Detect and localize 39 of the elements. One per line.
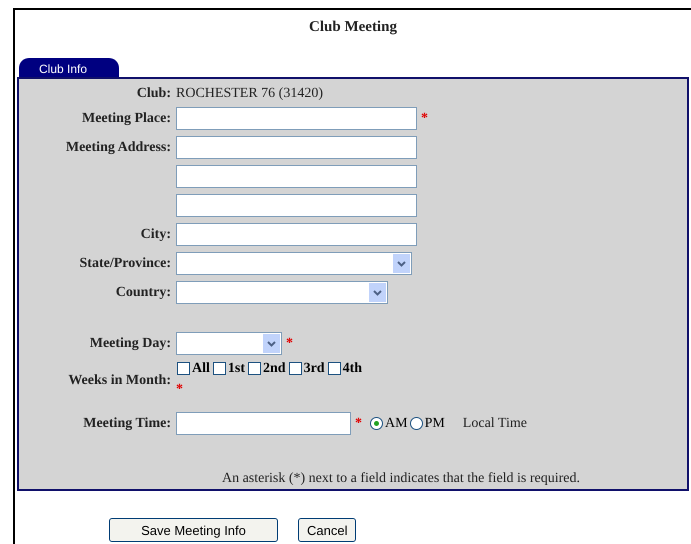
text-field[interactable]	[176, 107, 417, 130]
checkbox[interactable]: 3rd	[288, 358, 325, 379]
checkbox[interactable]: All	[176, 358, 210, 379]
required-asterisk: *	[176, 385, 183, 395]
radio-button[interactable]: AM	[370, 413, 408, 434]
field-label: Country:	[114, 284, 172, 302]
club-value: ROCHESTER 76 (31420)	[176, 85, 323, 103]
text-field[interactable]	[176, 165, 417, 188]
text-field[interactable]	[176, 412, 351, 435]
field-label: Meeting Place:	[80, 110, 172, 128]
required-note: An asterisk (*) next to a field indicates that the field is required.	[220, 470, 582, 488]
field-label: Meeting Day:	[88, 335, 172, 353]
dropdown[interactable]	[176, 332, 282, 355]
dropdown[interactable]	[176, 281, 388, 304]
field-label: Club:	[136, 85, 172, 103]
tab[interactable]: Club Info	[19, 58, 119, 77]
checkbox[interactable]: 4th	[326, 358, 362, 379]
chevron-down-icon	[397, 260, 406, 266]
field-label: Meeting Time:	[82, 415, 172, 433]
dropdown[interactable]	[176, 252, 412, 275]
chevron-down-icon	[267, 340, 276, 346]
text-field[interactable]	[176, 136, 417, 159]
radio-button[interactable]: PM	[410, 413, 445, 434]
field-label: Meeting Address:	[64, 139, 172, 157]
text-field[interactable]	[176, 223, 417, 246]
field-label: City:	[140, 226, 172, 244]
checkbox[interactable]: 2nd	[247, 358, 286, 379]
required-asterisk: *	[421, 110, 428, 128]
time-note: Local Time	[462, 415, 527, 433]
text-field[interactable]	[176, 194, 417, 217]
chevron-down-icon	[373, 290, 382, 296]
field-label: State/Province:	[78, 255, 172, 273]
cancel-button[interactable]: Cancel	[298, 518, 356, 542]
checkbox[interactable]: 1st	[212, 358, 246, 379]
required-asterisk: *	[355, 415, 362, 433]
required-asterisk: *	[286, 335, 293, 353]
field-label: Weeks in Month:	[67, 372, 172, 390]
page-title: Club Meeting	[308, 18, 398, 37]
save-button[interactable]: Save Meeting Info	[109, 518, 278, 542]
